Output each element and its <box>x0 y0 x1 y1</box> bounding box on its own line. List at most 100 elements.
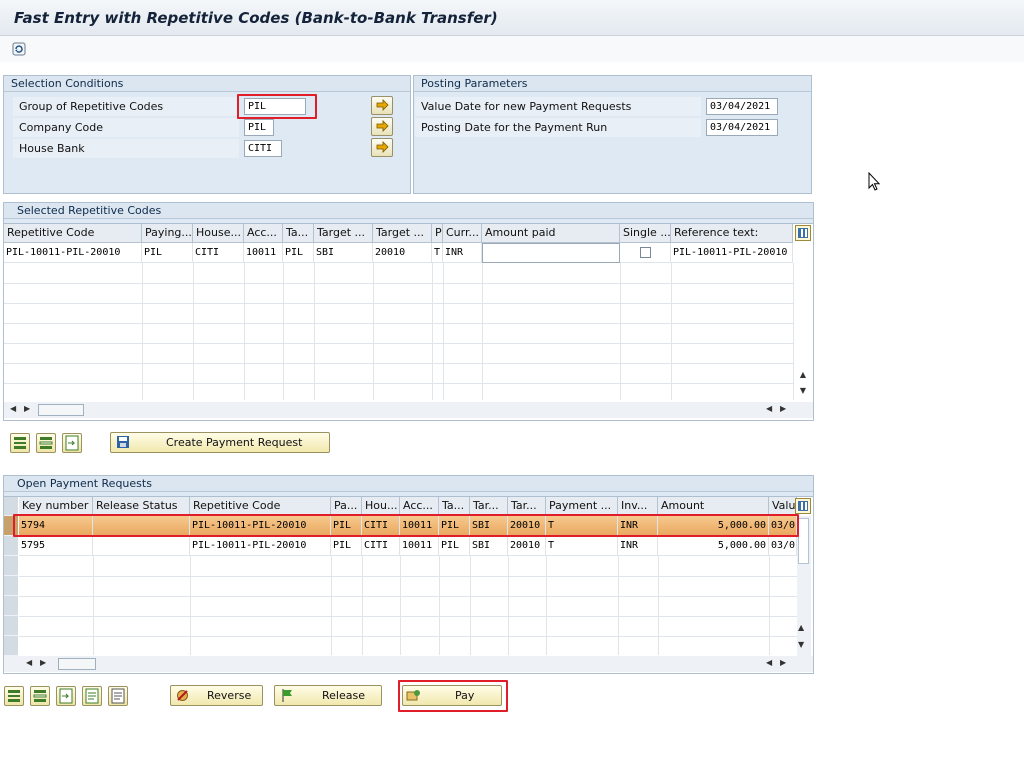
col-repetitive-code[interactable]: Repetitive Code <box>190 497 331 516</box>
cell-amount[interactable]: 5,000.00 <box>658 516 769 536</box>
col-house[interactable]: House... <box>193 224 244 243</box>
cell-target2[interactable]: 20010 <box>373 243 432 263</box>
pay-button[interactable]: Pay <box>402 685 502 706</box>
create-payment-request-button[interactable]: Create Payment Request <box>110 432 330 453</box>
cell-amount[interactable]: 5,000.00 <box>658 536 769 556</box>
amount-paid-input[interactable] <box>482 243 620 263</box>
scroll-up-icon[interactable]: ▲ <box>798 623 804 632</box>
cell-release-status[interactable] <box>93 536 190 556</box>
col-reference-text[interactable]: Reference text: <box>671 224 793 243</box>
scroll-right-icon[interactable]: ▶ <box>780 658 786 667</box>
row-selector[interactable] <box>4 536 18 556</box>
cell-house[interactable]: CITI <box>193 243 244 263</box>
col-payment[interactable]: Payment ... <box>546 497 618 516</box>
cell-reference-text[interactable]: PIL-10011-PIL-20010 <box>671 243 793 263</box>
col-target1[interactable]: Target ... <box>314 224 373 243</box>
details-button[interactable] <box>62 433 82 453</box>
col-single[interactable]: Single ... <box>620 224 671 243</box>
scroll-right-icon[interactable]: ▶ <box>780 404 786 413</box>
single-checkbox[interactable] <box>640 247 651 258</box>
col-value[interactable]: Valu <box>769 497 797 516</box>
col-tar2[interactable]: Tar... <box>508 497 546 516</box>
cell-payment[interactable]: T <box>546 516 618 536</box>
vertical-scrollbar[interactable]: ▲ ▼ <box>797 516 811 656</box>
cell-tar2[interactable]: 20010 <box>508 536 546 556</box>
cell-paying[interactable]: PIL <box>142 243 193 263</box>
col-paying[interactable]: Paying... <box>142 224 193 243</box>
row-selector[interactable] <box>4 596 18 616</box>
col-release-status[interactable]: Release Status <box>93 497 190 516</box>
cell-tar1[interactable]: SBI <box>470 516 508 536</box>
cell-value[interactable]: 03/0 <box>769 516 797 536</box>
cell-release-status[interactable] <box>93 516 190 536</box>
horizontal-scrollbar[interactable]: ◀ ▶ ◀ ▶ <box>4 656 813 672</box>
col-curr[interactable]: Curr... <box>443 224 482 243</box>
group-multiple-selection-button[interactable] <box>371 96 393 115</box>
company-multiple-selection-button[interactable] <box>371 117 393 136</box>
col-target2[interactable]: Target ... <box>373 224 432 243</box>
scroll-right-icon[interactable]: ▶ <box>40 658 46 667</box>
cell-ta[interactable]: PIL <box>439 516 470 536</box>
col-hou[interactable]: Hou... <box>362 497 400 516</box>
column-settings-icon[interactable] <box>795 498 811 514</box>
display-button[interactable] <box>108 686 128 706</box>
cell-value[interactable]: 03/0 <box>769 536 797 556</box>
cell-key-number[interactable]: 5795 <box>19 536 93 556</box>
row-selector[interactable] <box>4 616 18 636</box>
scroll-left-icon[interactable]: ◀ <box>10 404 16 413</box>
value-date-input[interactable]: 03/04/2021 <box>706 98 778 115</box>
house-bank-input[interactable]: CITI <box>244 140 282 157</box>
cell-pa[interactable]: PIL <box>331 516 362 536</box>
col-acc[interactable]: Acc... <box>244 224 283 243</box>
row-selector[interactable] <box>4 576 18 596</box>
company-code-input[interactable]: PIL <box>244 119 274 136</box>
row-selector-header[interactable] <box>4 497 18 516</box>
cell-repetitive-code[interactable]: PIL-10011-PIL-20010 <box>190 536 331 556</box>
scroll-left-icon[interactable]: ◀ <box>26 658 32 667</box>
col-amount-paid[interactable]: Amount paid <box>482 224 620 243</box>
scroll-up-icon[interactable]: ▲ <box>797 370 809 380</box>
group-input[interactable]: PIL <box>244 98 306 115</box>
scroll-right-icon[interactable]: ▶ <box>24 404 30 413</box>
col-amount[interactable]: Amount <box>658 497 769 516</box>
scroll-left-icon[interactable]: ◀ <box>766 658 772 667</box>
cell-p[interactable]: T <box>432 243 443 263</box>
col-p[interactable]: P <box>432 224 443 243</box>
cell-hou[interactable]: CITI <box>362 536 400 556</box>
cell-repetitive-code[interactable]: PIL-10011-PIL-20010 <box>190 516 331 536</box>
cell-acc[interactable]: 10011 <box>400 516 439 536</box>
posting-date-input[interactable]: 03/04/2021 <box>706 119 778 136</box>
select-all-button[interactable] <box>4 686 24 706</box>
scroll-thumb[interactable] <box>798 518 809 564</box>
cell-ta[interactable]: PIL <box>283 243 314 263</box>
cell-acc[interactable]: 10011 <box>400 536 439 556</box>
release-button[interactable]: Release <box>274 685 382 706</box>
scroll-left-icon[interactable]: ◀ <box>766 404 772 413</box>
cell-ta[interactable]: PIL <box>439 536 470 556</box>
cell-inv[interactable]: INR <box>618 536 658 556</box>
col-key-number[interactable]: Key number <box>19 497 93 516</box>
cell-repetitive-code[interactable]: PIL-10011-PIL-20010 <box>4 243 142 263</box>
col-acc[interactable]: Acc... <box>400 497 439 516</box>
deselect-all-button[interactable] <box>36 433 56 453</box>
details-button[interactable] <box>56 686 76 706</box>
row-selector[interactable] <box>4 636 18 656</box>
reverse-button[interactable]: Reverse <box>170 685 263 706</box>
cell-payment[interactable]: T <box>546 536 618 556</box>
scroll-thumb[interactable] <box>38 404 84 416</box>
cell-acc[interactable]: 10011 <box>244 243 283 263</box>
cell-curr[interactable]: INR <box>443 243 482 263</box>
cell-tar1[interactable]: SBI <box>470 536 508 556</box>
horizontal-scrollbar[interactable]: ◀ ▶ ◀ ▶ <box>4 402 813 418</box>
col-ta[interactable]: Ta... <box>283 224 314 243</box>
deselect-all-button[interactable] <box>30 686 50 706</box>
col-pa[interactable]: Pa... <box>331 497 362 516</box>
scroll-down-icon[interactable]: ▼ <box>798 640 804 649</box>
scroll-down-icon[interactable]: ▼ <box>797 386 809 396</box>
cell-target1[interactable]: SBI <box>314 243 373 263</box>
cell-tar2[interactable]: 20010 <box>508 516 546 536</box>
select-all-button[interactable] <box>10 433 30 453</box>
cell-pa[interactable]: PIL <box>331 536 362 556</box>
col-inv[interactable]: Inv... <box>618 497 658 516</box>
col-repetitive-code[interactable]: Repetitive Code <box>4 224 142 243</box>
